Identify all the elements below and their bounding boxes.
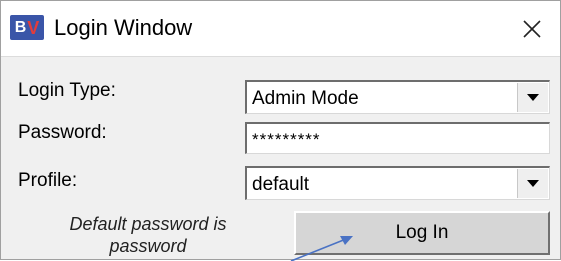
default-password-hint: Default password is password [69, 214, 227, 256]
login-type-label: Login Type: [18, 80, 116, 101]
title-bar: B V Login Window [1, 1, 560, 57]
log-in-button[interactable]: Log In [294, 211, 550, 255]
close-button[interactable] [504, 1, 560, 56]
password-value: ********* [252, 130, 321, 149]
login-type-dropdown-button[interactable] [517, 83, 548, 112]
logo-letter-b: B [14, 18, 27, 36]
login-type-select[interactable]: Admin Mode [245, 80, 550, 114]
profile-select[interactable]: default [245, 166, 550, 200]
window-title: Login Window [54, 15, 193, 40]
password-label: Password: [18, 122, 107, 143]
profile-label: Profile: [18, 170, 78, 191]
logo-letter-v: V [27, 17, 40, 38]
log-in-button-label: Log In [395, 222, 449, 243]
chevron-down-icon [527, 93, 539, 101]
close-icon [523, 19, 541, 38]
login-window: B V Login Window Login Type: Admin Mode … [0, 0, 561, 261]
profile-dropdown-button[interactable] [517, 169, 548, 198]
password-field[interactable]: ********* [245, 122, 550, 154]
app-logo-icon: B V [10, 15, 44, 40]
chevron-down-icon [527, 179, 539, 187]
login-type-value: Admin Mode [252, 88, 359, 109]
profile-value: default [252, 174, 310, 195]
